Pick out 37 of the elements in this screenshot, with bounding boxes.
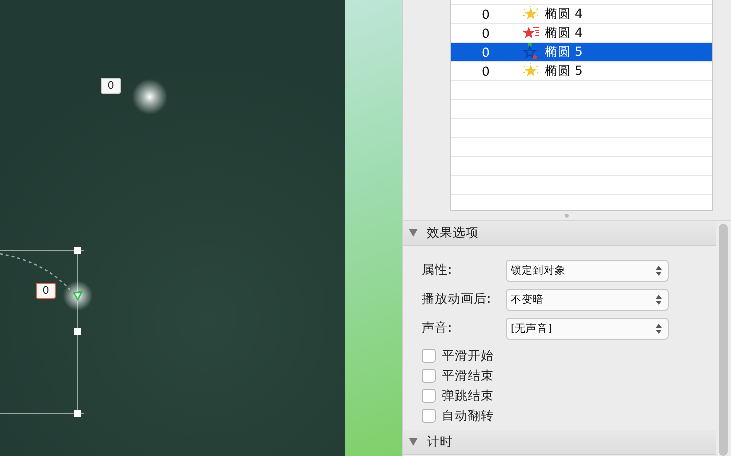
stepper-arrows-icon xyxy=(656,266,662,276)
checkbox-label: 平滑结束 xyxy=(442,368,494,384)
field-label: 播放动画后: xyxy=(422,291,492,308)
animation-list-item[interactable]: 0 椭圆 4 xyxy=(451,5,712,24)
resize-handle[interactable] xyxy=(565,212,569,220)
animation-list-item[interactable]: 0 椭圆 5 xyxy=(451,62,712,81)
glow-effect xyxy=(132,79,168,115)
section-header[interactable]: 计时 xyxy=(403,430,716,455)
star-path-icon xyxy=(523,43,539,61)
star-with-lines-icon xyxy=(523,25,539,41)
field-label: 属性: xyxy=(422,262,454,279)
checkbox-label: 平滑开始 xyxy=(442,348,494,364)
arrowhead-icon xyxy=(73,291,83,301)
checkbox[interactable] xyxy=(422,369,436,383)
section-title: 效果选项 xyxy=(427,224,479,242)
section-title: 计时 xyxy=(427,434,453,450)
animation-order-tag[interactable]: 0 xyxy=(36,283,56,299)
checkbox-label: 弹跳结束 xyxy=(442,388,494,404)
star-burst-icon xyxy=(523,63,539,79)
glow-effect xyxy=(63,281,93,311)
stepper-arrows-icon xyxy=(656,324,662,334)
disclosure-triangle-icon xyxy=(409,438,418,446)
checkbox[interactable] xyxy=(422,349,436,363)
dropdown-field[interactable]: [无声音] xyxy=(506,318,669,340)
checkbox[interactable] xyxy=(422,409,436,423)
field-label: 声音: xyxy=(422,320,454,337)
checkbox[interactable] xyxy=(422,389,436,403)
dropdown-field[interactable]: 不变暗 xyxy=(506,288,669,310)
section-header[interactable]: 效果选项 xyxy=(403,221,716,246)
animation-list-item[interactable]: 0 椭圆 5 xyxy=(451,43,712,62)
stepper-arrows-icon xyxy=(656,294,662,304)
star-burst-icon xyxy=(523,6,539,22)
dropdown-field[interactable]: 锁定到对象 xyxy=(506,260,669,282)
animation-order-tag[interactable]: 0 xyxy=(101,78,122,94)
checkbox-label: 自动翻转 xyxy=(442,408,494,424)
disclosure-triangle-icon xyxy=(409,229,418,237)
scrollbar[interactable] xyxy=(719,224,728,456)
